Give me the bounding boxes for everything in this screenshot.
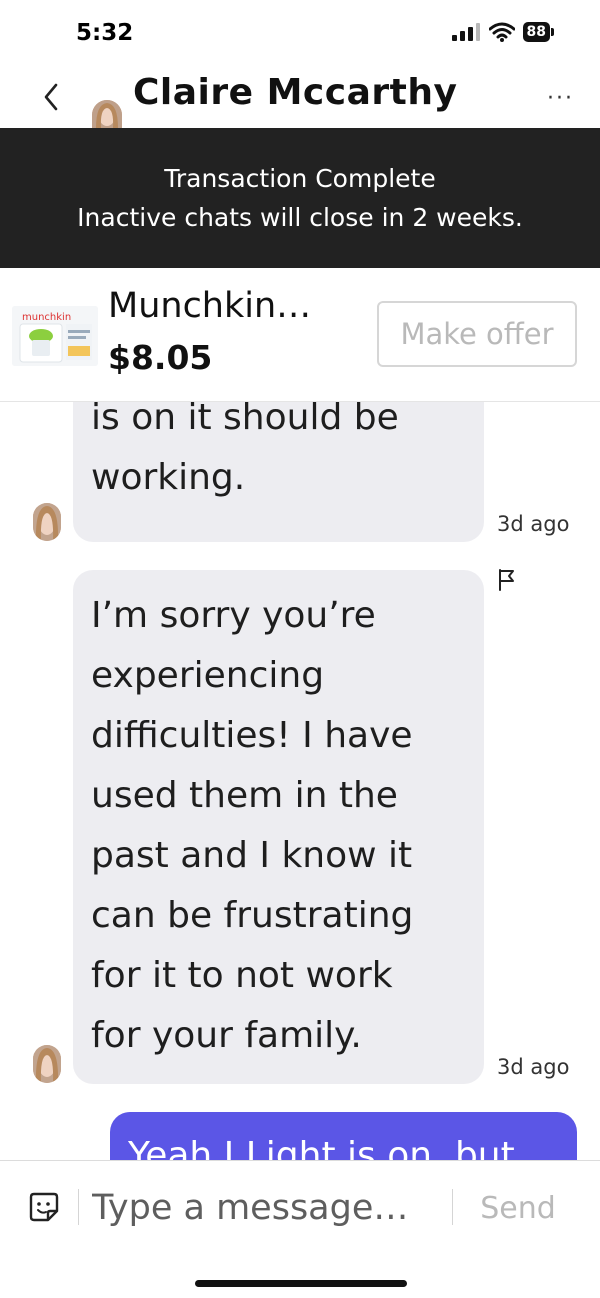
- message-line: is on it should be: [91, 402, 399, 438]
- message-bubble-outgoing: Yeah I Light is on, but: [110, 1112, 577, 1160]
- home-indicator[interactable]: [195, 1280, 407, 1287]
- product-image: munchkin: [12, 306, 98, 366]
- battery-icon: 88: [522, 22, 554, 42]
- message-line: difficulties! I have: [91, 715, 413, 756]
- message-line: Yeah I Light is on, but: [128, 1135, 515, 1160]
- message-list[interactable]: is on it should be working. 3d ago I’m s…: [0, 402, 600, 1160]
- message-input[interactable]: [92, 1183, 442, 1233]
- banner-title: Transaction Complete: [164, 164, 436, 193]
- message-line: past and I know it: [91, 835, 413, 876]
- status-time: 5:32: [76, 20, 134, 46]
- avatar-photo: [33, 1045, 61, 1083]
- listing-card[interactable]: munchkin Munchkin… $8.05 Make offer: [0, 268, 600, 402]
- message-line: I’m sorry you’re: [91, 595, 376, 636]
- message-bubble-incoming: is on it should be working.: [73, 402, 484, 542]
- divider: [452, 1189, 453, 1225]
- avatar[interactable]: [92, 100, 122, 128]
- wifi-icon: [488, 22, 515, 42]
- message-composer: Send: [0, 1160, 600, 1298]
- contact-name[interactable]: Claire Mccarthy: [133, 72, 457, 113]
- message-line: for your family.: [91, 1015, 362, 1056]
- thumbnail-brand: munchkin: [22, 312, 71, 323]
- signal-icon: [451, 23, 480, 41]
- listing-thumbnail[interactable]: munchkin: [12, 306, 98, 366]
- sticker-icon: [29, 1192, 59, 1222]
- send-button[interactable]: Send: [470, 1185, 566, 1231]
- message-timestamp: 3d ago: [497, 1055, 570, 1079]
- more-options-button[interactable]: ···: [547, 86, 574, 111]
- battery-tip: [551, 28, 554, 36]
- message-line: used them in the: [91, 775, 398, 816]
- chevron-left-icon: [44, 83, 58, 111]
- message-bubble-incoming: I’m sorry you’re experiencing difficulti…: [73, 570, 484, 1084]
- message-timestamp: 3d ago: [497, 512, 570, 536]
- avatar-photo: [33, 503, 61, 541]
- listing-title[interactable]: Munchkin…: [108, 286, 311, 326]
- message-line: for it to not work: [91, 955, 393, 996]
- flag-icon[interactable]: [497, 568, 517, 592]
- status-icons: 88: [451, 22, 554, 42]
- listing-price: $8.05: [108, 338, 213, 377]
- banner-subtitle: Inactive chats will close in 2 weeks.: [77, 203, 523, 232]
- more-horizontal-icon: ···: [547, 86, 574, 111]
- avatar-photo: [92, 100, 122, 128]
- message-line: working.: [91, 457, 246, 498]
- back-button[interactable]: [34, 80, 68, 114]
- message-line: experiencing: [91, 655, 325, 696]
- message-line: can be frustrating: [91, 895, 414, 936]
- status-bar: 5:32 88: [0, 0, 600, 66]
- transaction-banner: Transaction Complete Inactive chats will…: [0, 128, 600, 268]
- divider: [78, 1189, 79, 1225]
- sticker-button[interactable]: [28, 1191, 60, 1227]
- make-offer-button[interactable]: Make offer: [377, 301, 577, 367]
- avatar[interactable]: [33, 1045, 61, 1083]
- battery-level: 88: [522, 22, 550, 42]
- chat-header: Claire Mccarthy ···: [0, 66, 600, 128]
- avatar[interactable]: [33, 503, 61, 541]
